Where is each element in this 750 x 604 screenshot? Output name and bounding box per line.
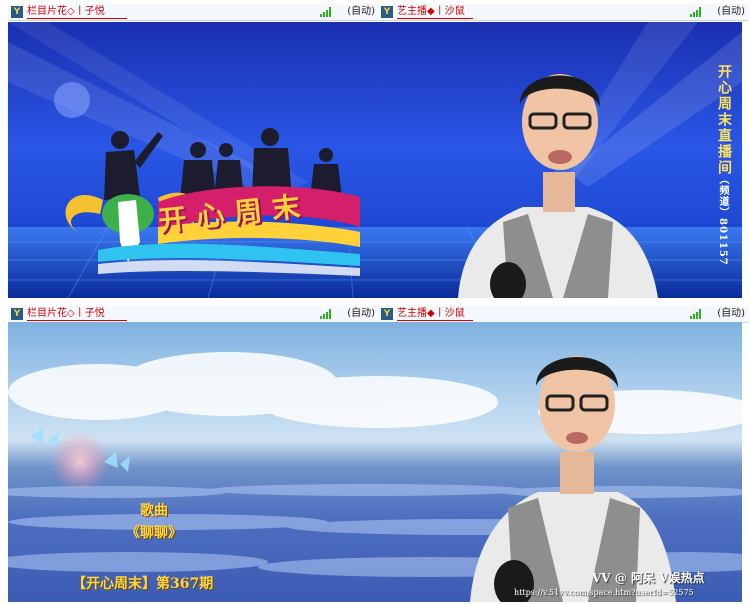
song-title: 《聊聊》 [126, 525, 182, 541]
auto-status[interactable]: (自动) [347, 307, 375, 320]
video-panel-bottom: Y 栏目片花◇丨子悦 (自动) Y 艺主播◆丨沙鼠 (自动) 歌曲 《聊聊》 【… [0, 302, 750, 604]
signal-icon [690, 7, 703, 17]
user-name-link[interactable]: 艺主播◆丨沙鼠 [397, 307, 473, 321]
video-frame[interactable]: 歌曲 《聊聊》 【开心周末】第367期 VV @ 阿呆 V娱热点 https:/… [8, 322, 742, 602]
stage-scene [8, 22, 742, 298]
channel-id: （频道）801157 [717, 174, 728, 266]
signal-icon [320, 309, 333, 319]
channel-title: 开心周末直播间 [716, 64, 732, 176]
vy-logo-icon: Y [381, 6, 393, 18]
signal-icon [690, 309, 703, 319]
vy-logo-icon: Y [381, 308, 393, 320]
flower-field-scene [8, 352, 742, 602]
auto-status[interactable]: (自动) [347, 5, 375, 18]
room-bar-left: Y 栏目片花◇丨子悦 (自动) [8, 4, 379, 21]
user-name-link[interactable]: 艺主播◆丨沙鼠 [397, 5, 473, 19]
user-name-link[interactable]: 栏目片花◇丨子悦 [27, 5, 127, 19]
video-panel-top: Y 栏目片花◇丨子悦 (自动) Y 艺主播◆丨沙鼠 (自动) 开心周末 开心周末… [0, 0, 750, 300]
room-bar-right: Y 艺主播◆丨沙鼠 (自动) [378, 306, 749, 323]
watermark-text: VV @ 阿呆 V娱热点 [592, 571, 705, 585]
auto-status[interactable]: (自动) [717, 307, 745, 320]
room-bar-left: Y 栏目片花◇丨子悦 (自动) [8, 306, 379, 323]
lens-flare [54, 82, 90, 118]
user-name-link[interactable]: 栏目片花◇丨子悦 [27, 307, 127, 321]
episode-caption: 【开心周末】第367期 [72, 576, 214, 592]
signal-icon [320, 7, 333, 17]
video-frame[interactable]: 开心周末 开心周末直播间 （频道）801157 [8, 22, 742, 298]
clouds [8, 352, 742, 434]
vy-logo-icon: Y [11, 308, 23, 320]
song-label: 歌曲 [140, 503, 168, 519]
light-glow [50, 432, 110, 492]
watermark-url: https://v.51vv.com/space.htm?userId=5257… [514, 588, 694, 597]
vy-logo-icon: Y [11, 6, 23, 18]
auto-status[interactable]: (自动) [717, 5, 745, 18]
room-bar-right: Y 艺主播◆丨沙鼠 (自动) [378, 4, 749, 21]
